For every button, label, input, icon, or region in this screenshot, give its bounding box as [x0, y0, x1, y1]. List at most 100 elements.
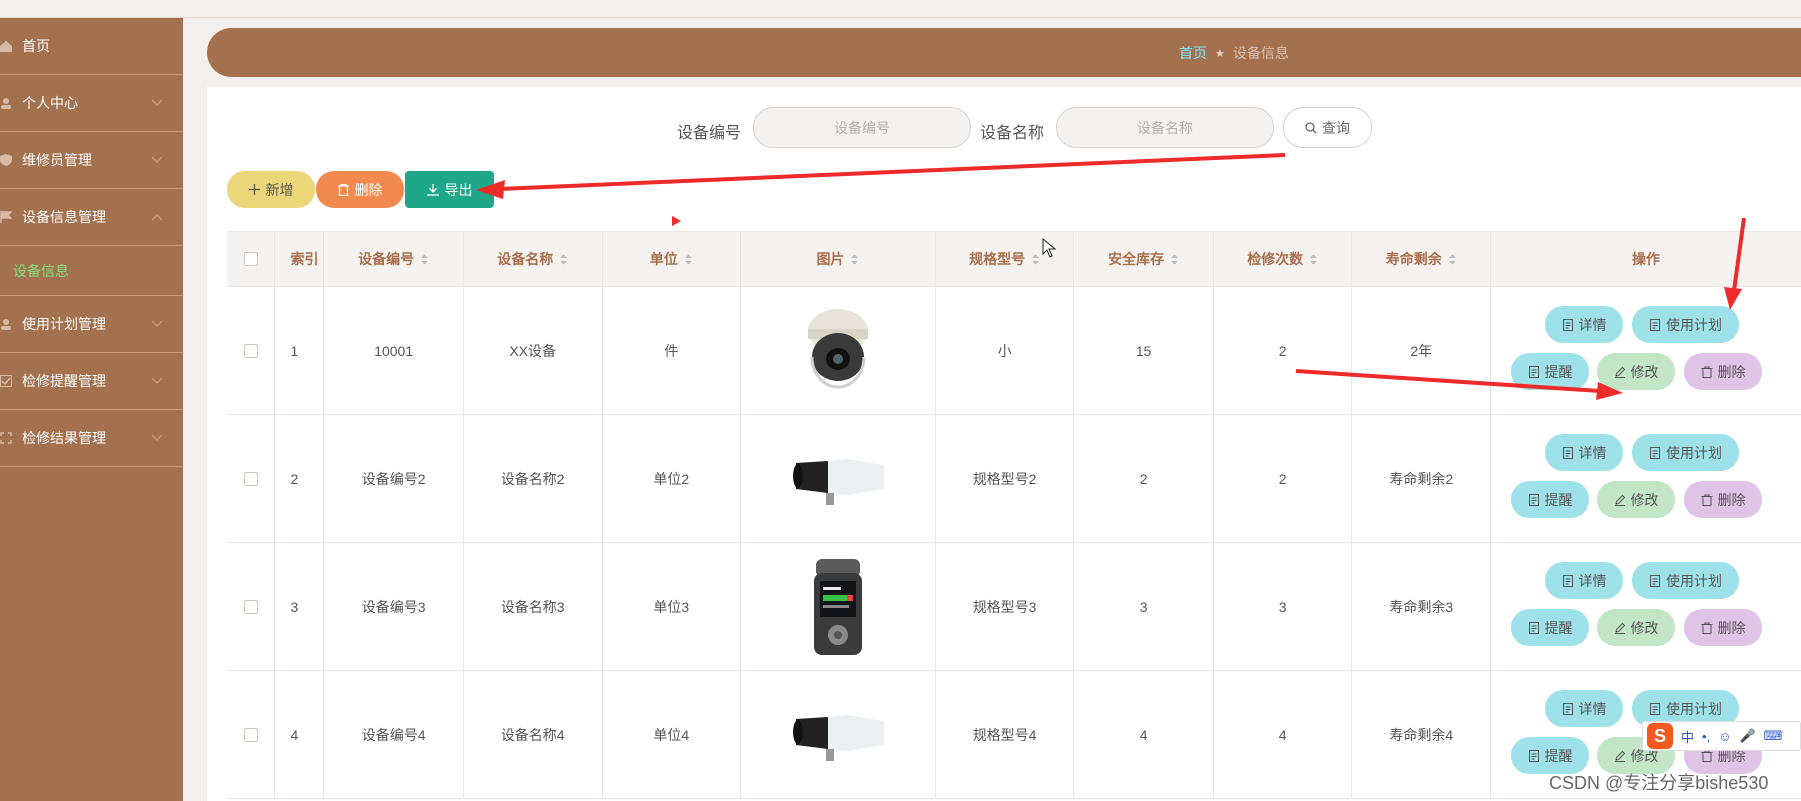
column-header-label: 规格型号	[969, 251, 1026, 267]
document-icon	[1650, 574, 1661, 587]
chevron-down-icon	[151, 434, 163, 441]
sort-icon[interactable]	[684, 254, 693, 265]
column-header-label: 设备编号	[358, 251, 415, 267]
sidebar-item-repair-reminder[interactable]: 检修提醒管理	[0, 353, 183, 410]
keyboard-icon[interactable]: ⌨	[1764, 728, 1783, 744]
delete-button[interactable]: 删除	[1684, 481, 1763, 518]
column-header[interactable]: 设备编号	[324, 232, 464, 286]
voice-recorder-image[interactable]	[788, 557, 888, 657]
emoji-icon[interactable]: ☺	[1718, 729, 1731, 744]
device-code-input[interactable]	[753, 107, 971, 148]
document-icon	[1650, 702, 1661, 715]
breadcrumb: 首页 ★ 设备信息	[1179, 43, 1289, 63]
table-row: 2 设备编号2 设备名称2 单位2 规格型号2 2 2 寿命剩余2 详情 使用计…	[227, 415, 1801, 543]
usage-plan-button[interactable]: 使用计划	[1632, 306, 1740, 343]
watermark: CSDN @专注分享bishe530	[1549, 773, 1769, 793]
operations-cell: 详情 使用计划 提醒 修改 删除	[1491, 415, 1801, 542]
sort-icon[interactable]	[1448, 254, 1457, 265]
device-code-cell: 设备编号3	[324, 543, 464, 670]
breadcrumb-home-link[interactable]: 首页	[1179, 43, 1207, 63]
document-icon	[1650, 318, 1661, 331]
device-table: 索引 设备编号 设备名称 单位 图片 规格型号 安全库存 检修次数 寿命剩余 操…	[227, 231, 1801, 799]
sort-icon[interactable]	[1170, 254, 1179, 265]
life-remaining-cell: 寿命剩余3	[1352, 543, 1492, 670]
row-checkbox[interactable]	[243, 471, 258, 486]
row-checkbox[interactable]	[243, 727, 258, 742]
sidebar: 首页 个人中心 维修员管理 设备信息管理 设备信息 使用计划管理 检修提醒管理 …	[0, 18, 183, 801]
remind-button-label: 提醒	[1544, 747, 1573, 764]
delete-button[interactable]: 删除	[1684, 353, 1763, 390]
bullet-camera-image[interactable]	[787, 429, 888, 529]
select-all-checkbox[interactable]	[243, 252, 258, 266]
column-header[interactable]: 设备名称	[464, 232, 603, 286]
detail-button[interactable]: 详情	[1545, 306, 1624, 343]
sidebar-item-usage-plan[interactable]: 使用计划管理	[0, 296, 183, 353]
sidebar-item-home[interactable]: 首页	[0, 18, 183, 75]
detail-button[interactable]: 详情	[1545, 562, 1624, 599]
batch-delete-button[interactable]: 删除	[316, 171, 404, 208]
usage-plan-button[interactable]: 使用计划	[1632, 562, 1740, 599]
delete-button-label: 删除	[1717, 491, 1746, 508]
image-cell	[741, 287, 936, 414]
sort-icon[interactable]	[559, 254, 568, 265]
mouse-cursor-icon	[1042, 238, 1056, 258]
remind-button[interactable]: 提醒	[1511, 609, 1590, 646]
sort-icon[interactable]	[1031, 254, 1040, 265]
column-header[interactable]: 安全库存	[1074, 232, 1214, 286]
user-icon	[1, 319, 11, 330]
trash-icon	[337, 183, 349, 196]
repair-count-cell: 2	[1214, 415, 1353, 542]
row-select-cell	[227, 415, 276, 542]
edit-button[interactable]: 修改	[1597, 481, 1676, 518]
column-header[interactable]: 寿命剩余	[1352, 232, 1492, 286]
usage-plan-button-label: 使用计划	[1666, 316, 1723, 333]
edit-button-label: 修改	[1630, 491, 1659, 508]
trash-icon	[1701, 494, 1713, 506]
ime-toolbar[interactable]: S 中 •, ☺ 🎤 ⌨	[1642, 721, 1801, 751]
column-header[interactable]: 单位	[603, 232, 742, 286]
sort-icon[interactable]	[850, 254, 859, 265]
life-remaining-cell: 寿命剩余4	[1352, 671, 1492, 798]
sidebar-item-repairman[interactable]: 维修员管理	[0, 132, 183, 189]
detail-button[interactable]: 详情	[1545, 690, 1624, 727]
device-code-label: 设备编号	[677, 125, 742, 142]
chevron-down-icon	[151, 156, 163, 163]
sogou-logo-icon: S	[1647, 723, 1673, 749]
export-button[interactable]: 导出	[405, 171, 494, 208]
ime-mode-label[interactable]: 中	[1681, 727, 1694, 746]
add-button[interactable]: 新增	[227, 171, 315, 208]
row-checkbox[interactable]	[243, 343, 258, 358]
spec-cell: 规格型号2	[936, 415, 1075, 542]
sort-icon[interactable]	[420, 254, 429, 265]
query-button[interactable]: 查询	[1283, 107, 1372, 148]
trash-icon	[1701, 622, 1713, 634]
bullet-camera-image[interactable]	[787, 685, 888, 785]
column-header[interactable]: 图片	[741, 232, 936, 286]
row-select-cell	[227, 543, 276, 670]
row-checkbox[interactable]	[243, 599, 258, 614]
edit-button[interactable]: 修改	[1597, 609, 1676, 646]
sidebar-item-repair-result[interactable]: 检修结果管理	[0, 410, 183, 467]
column-header[interactable]: 检修次数	[1214, 232, 1353, 286]
column-header-label: 图片	[816, 251, 845, 267]
edit-button[interactable]: 修改	[1597, 353, 1676, 390]
row-select-cell	[227, 287, 276, 414]
sort-icon[interactable]	[1309, 254, 1318, 265]
column-header-label: 设备名称	[497, 251, 554, 267]
delete-button[interactable]: 删除	[1684, 609, 1763, 646]
usage-plan-button[interactable]: 使用计划	[1632, 434, 1740, 471]
remind-button[interactable]: 提醒	[1511, 353, 1590, 390]
dome-camera-image[interactable]	[788, 301, 888, 401]
remind-button[interactable]: 提醒	[1511, 481, 1590, 518]
batch-delete-button-label: 删除	[354, 181, 383, 198]
document-icon	[1562, 702, 1573, 715]
remind-button-label: 提醒	[1544, 619, 1573, 636]
stock-cell: 3	[1074, 543, 1214, 670]
punctuation-icon[interactable]: •,	[1702, 729, 1710, 744]
device-name-input[interactable]	[1056, 107, 1274, 148]
sidebar-item-personal-center[interactable]: 个人中心	[0, 75, 183, 132]
detail-button[interactable]: 详情	[1545, 434, 1624, 471]
sidebar-item-device-info[interactable]: 设备信息管理	[0, 189, 183, 246]
microphone-icon[interactable]: 🎤	[1739, 728, 1755, 744]
sidebar-subitem-device-info[interactable]: 设备信息	[0, 246, 183, 296]
